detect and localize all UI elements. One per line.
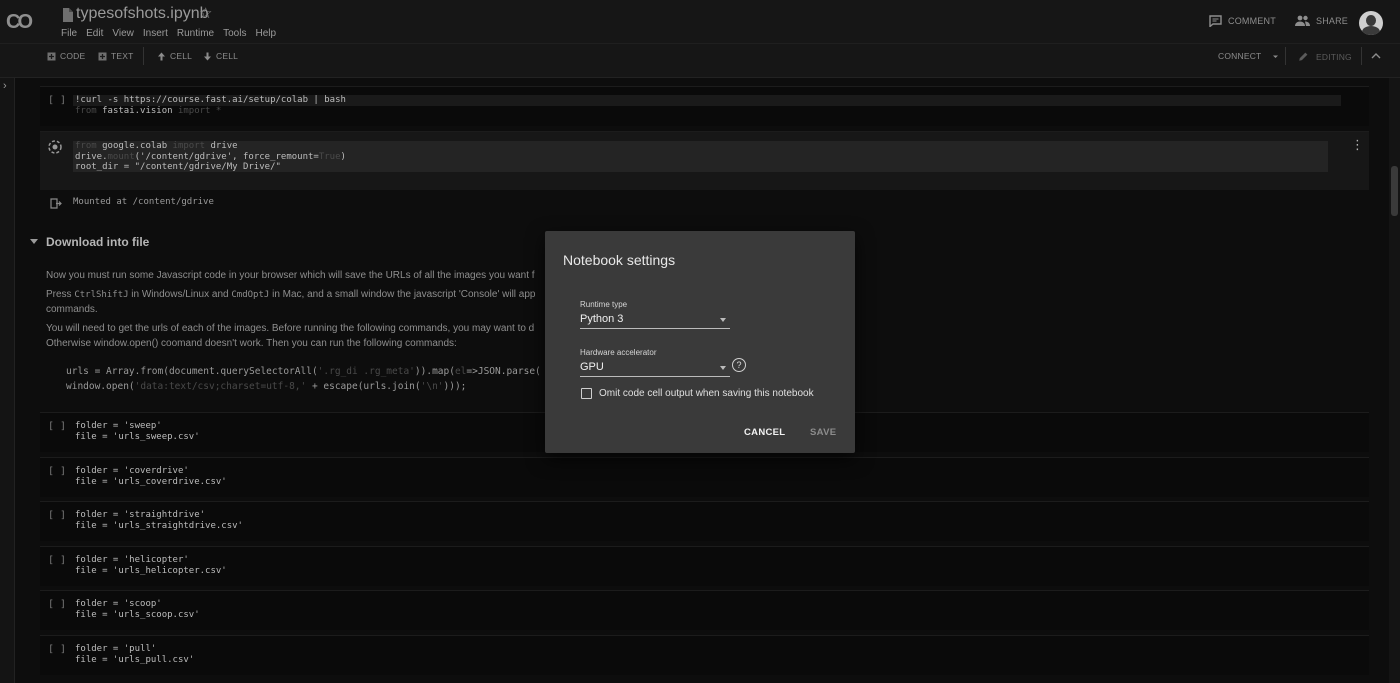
runtime-type-value: Python 3 bbox=[580, 313, 624, 325]
save-button[interactable]: SAVE bbox=[810, 427, 836, 438]
runtime-type-label: Runtime type bbox=[580, 300, 628, 309]
dropdown-caret-icon bbox=[720, 366, 726, 370]
hardware-accelerator-select[interactable]: GPU bbox=[580, 359, 730, 377]
omit-output-label[interactable]: Omit code cell output when saving this n… bbox=[599, 388, 814, 399]
hardware-accelerator-value: GPU bbox=[580, 361, 604, 373]
help-icon[interactable]: ? bbox=[732, 358, 746, 372]
dropdown-caret-icon bbox=[720, 318, 726, 322]
hardware-accelerator-label: Hardware accelerator bbox=[580, 348, 657, 357]
notebook-settings-dialog: Notebook settings Runtime type Python 3 … bbox=[545, 231, 855, 453]
omit-output-checkbox[interactable] bbox=[581, 388, 592, 399]
cancel-button[interactable]: CANCEL bbox=[744, 427, 785, 438]
dialog-title: Notebook settings bbox=[563, 252, 676, 268]
runtime-type-select[interactable]: Python 3 bbox=[580, 311, 730, 329]
